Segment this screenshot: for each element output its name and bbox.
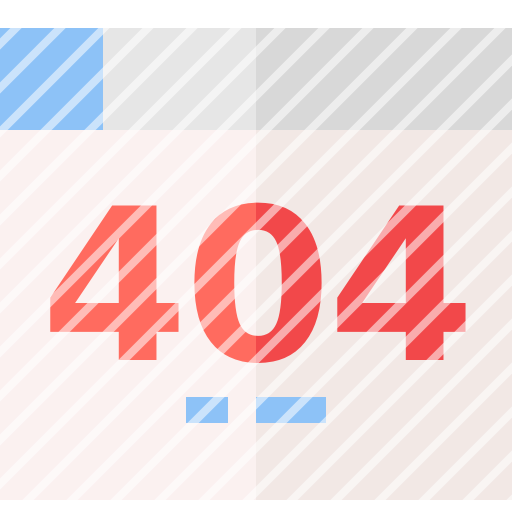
- error-code: 404 404: [0, 160, 512, 380]
- title-bar-right: [256, 28, 512, 130]
- placeholder-dash-long: [256, 397, 326, 423]
- active-tab: [0, 28, 103, 130]
- placeholder-dash-short: [186, 397, 228, 423]
- page-not-found-illustration: 404 404: [0, 0, 512, 512]
